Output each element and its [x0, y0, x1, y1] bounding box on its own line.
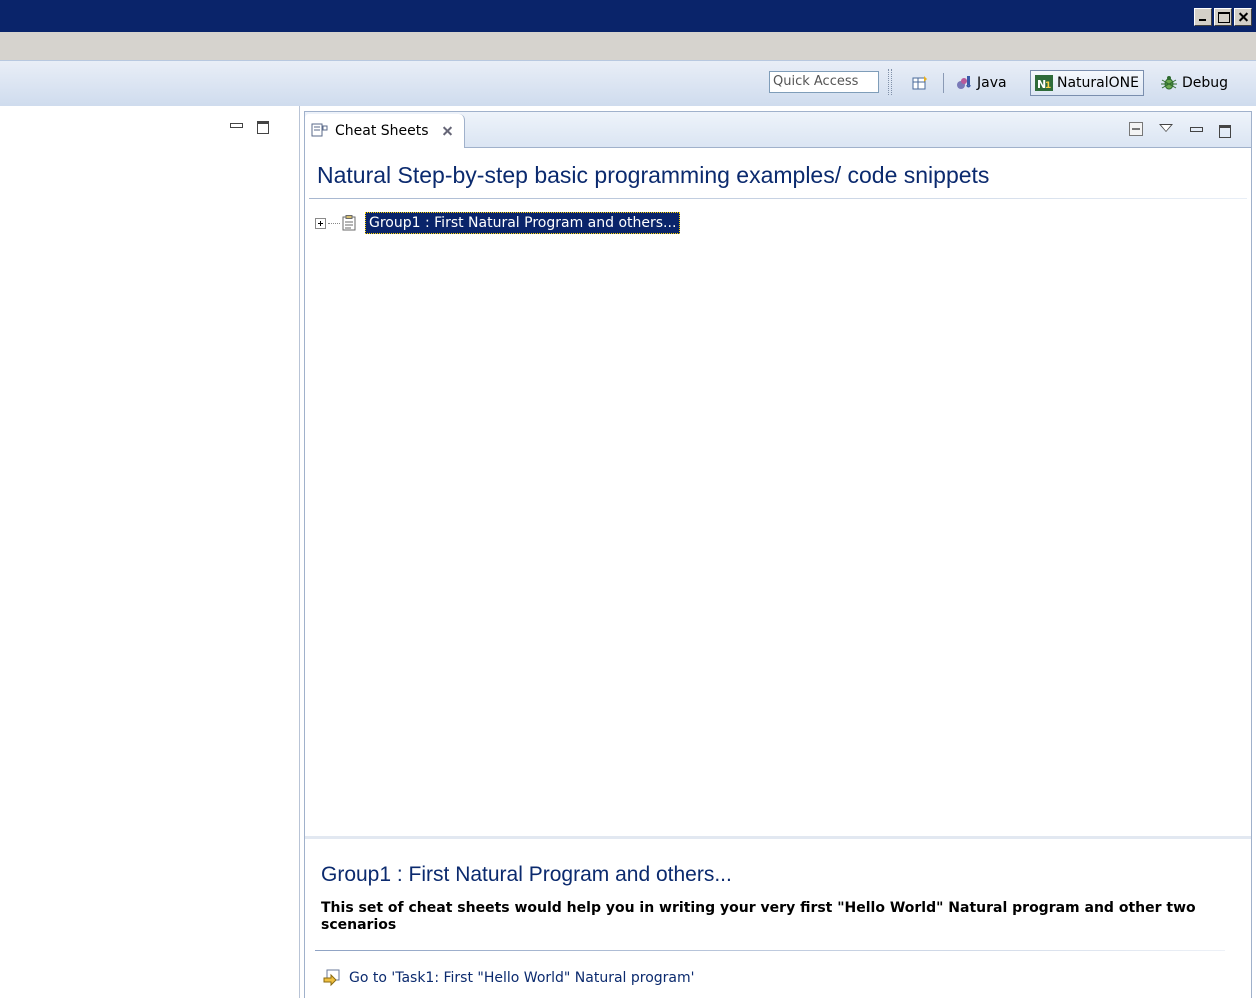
- goto-arrow-icon: [323, 969, 341, 987]
- cheat-sheets-view: Cheat Sheets Natural Step-by-step basic …: [304, 111, 1252, 998]
- collapse-all-icon[interactable]: [1129, 122, 1143, 136]
- left-view-controls: [229, 120, 269, 134]
- left-pane-border: [299, 106, 300, 998]
- svg-text:1: 1: [1045, 81, 1051, 91]
- goto-task-link[interactable]: Go to 'Task1: First "Hello World" Natura…: [323, 969, 695, 987]
- tree-item-label[interactable]: Group1 : First Natural Program and other…: [365, 212, 681, 234]
- goto-task-label[interactable]: Go to 'Task1: First "Hello World" Natura…: [349, 970, 695, 986]
- maximize-window-button[interactable]: [1214, 8, 1232, 26]
- menu-bar: [0, 32, 1256, 60]
- window-controls: [1194, 8, 1252, 26]
- window-titlebar: [0, 0, 1256, 32]
- view-maximize-button[interactable]: [1218, 124, 1231, 138]
- debug-perspective-button[interactable]: Debug: [1156, 70, 1232, 96]
- left-view-maximize-button[interactable]: [256, 120, 269, 134]
- description-title: Group1 : First Natural Program and other…: [321, 863, 732, 886]
- debug-bug-icon: [1160, 74, 1178, 92]
- tree-item[interactable]: Group1 : First Natural Program and other…: [315, 212, 681, 234]
- tree-connector: [328, 222, 340, 224]
- debug-perspective-label: Debug: [1182, 75, 1229, 91]
- description-text: This set of cheat sheets would help you …: [321, 900, 1196, 933]
- view-menu-chevron-down-icon[interactable]: [1159, 124, 1173, 134]
- naturalone-perspective-button[interactable]: N 1 NaturalONE: [1030, 70, 1144, 96]
- cheat-sheet-icon: [311, 122, 329, 140]
- open-perspective-icon: [912, 76, 927, 90]
- toolbar-separator: [943, 73, 944, 93]
- java-perspective-button[interactable]: Java: [951, 70, 1011, 96]
- quick-access-input[interactable]: Quick Access: [769, 71, 879, 93]
- tab-cheat-sheets[interactable]: Cheat Sheets: [305, 114, 465, 148]
- description-panel: Group1 : First Natural Program and other…: [305, 836, 1251, 998]
- expand-plus-icon[interactable]: [315, 217, 326, 229]
- close-window-button[interactable]: [1234, 8, 1252, 26]
- toolbar-grip[interactable]: [888, 69, 892, 95]
- naturalone-perspective-icon: N 1: [1035, 74, 1053, 92]
- view-header: Cheat Sheets: [305, 112, 1251, 148]
- title-divider: [309, 198, 1247, 199]
- clipboard-icon: [342, 215, 356, 231]
- left-view-minimize-button[interactable]: [229, 120, 243, 131]
- open-perspective-button[interactable]: [912, 75, 930, 91]
- main-toolbar: Quick Access Java N 1 NaturalONE Debug: [0, 60, 1256, 106]
- close-tab-icon[interactable]: [441, 125, 453, 137]
- description-divider: [315, 950, 1225, 951]
- view-controls: [1129, 122, 1231, 138]
- java-perspective-icon: [955, 74, 973, 92]
- sheet-title: Natural Step-by-step basic programming e…: [317, 162, 990, 188]
- view-minimize-button[interactable]: [1189, 124, 1203, 135]
- java-perspective-label: Java: [977, 75, 1007, 91]
- tab-cheat-sheets-label: Cheat Sheets: [335, 123, 429, 139]
- minimize-window-button[interactable]: [1194, 8, 1212, 26]
- naturalone-perspective-label: NaturalONE: [1057, 75, 1139, 91]
